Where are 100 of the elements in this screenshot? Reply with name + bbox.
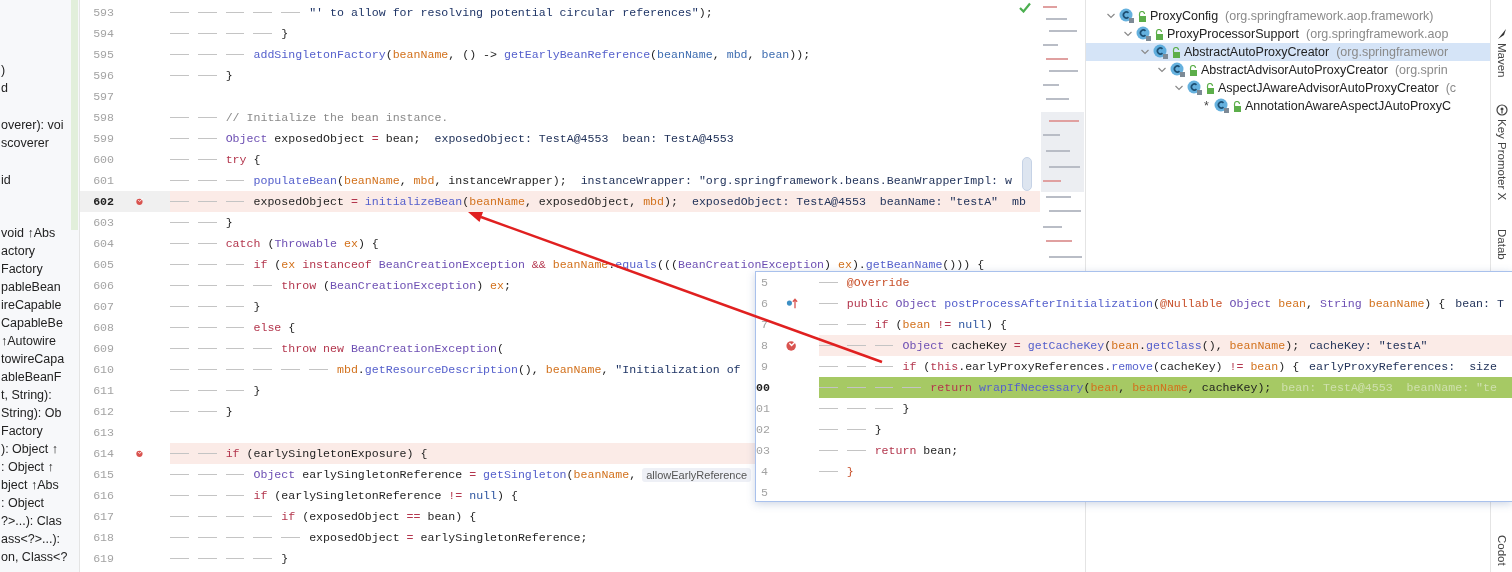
class-icon: [1136, 26, 1152, 42]
scroll-bar[interactable]: [71, 0, 78, 230]
breakpoint-icon[interactable]: [786, 339, 798, 352]
lock-icon: [1189, 64, 1198, 76]
line-number: 616: [92, 489, 114, 502]
line-number: 02: [756, 423, 768, 436]
class-icon: [1119, 8, 1135, 24]
line-number: 03: [756, 444, 768, 457]
structure-item[interactable]: t, String):: [0, 386, 52, 404]
inline-value: earlyProxyReferences: size: [1309, 360, 1497, 373]
line-number: 609: [92, 342, 114, 355]
tool-window-tab[interactable]: Key Promoter X: [1495, 118, 1508, 200]
line-number: 9: [760, 360, 768, 373]
structure-item[interactable]: void ↑Abs: [0, 224, 56, 242]
lock-icon: [1232, 100, 1242, 112]
tool-window-tab[interactable]: Datab: [1495, 228, 1508, 260]
structure-item[interactable]: ): Object ↑: [0, 440, 58, 458]
line-number: 594: [92, 27, 114, 40]
tree-item[interactable]: AbstractAutoProxyCreator (org.springframewor: [1086, 43, 1490, 61]
line-number: 01: [756, 402, 768, 415]
line-number: 00: [756, 381, 768, 394]
line-number: 595: [92, 48, 114, 61]
inline-value: exposedObject: TestA@4553 beanName: "testA" mb: [691, 195, 1026, 208]
feather-icon[interactable]: [1495, 28, 1508, 40]
line-number: 610: [92, 363, 114, 376]
line-number: 593: [92, 6, 114, 19]
structure-item[interactable]: ass<?>...):: [0, 530, 61, 548]
line-number: 6: [760, 297, 768, 310]
line-number: 4: [760, 465, 768, 478]
breakpoint-icon[interactable]: [136, 195, 144, 208]
structure-item[interactable]: d: [0, 79, 8, 97]
line-number: 5: [760, 276, 768, 289]
line-number: 614: [92, 447, 114, 460]
chevron-icon[interactable]: [1140, 47, 1150, 57]
line-number: 603: [92, 216, 114, 229]
chevron-icon[interactable]: [1174, 83, 1184, 93]
inline-value: bean: T: [1455, 297, 1504, 310]
tree-item[interactable]: ProxyProcessorSupport (org.springframework.aop: [1086, 25, 1490, 43]
scroll-thumb[interactable]: [1022, 157, 1032, 191]
parameter-hint: allowEarlyReference: [642, 467, 752, 482]
line-number: 615: [92, 468, 114, 481]
tree-item[interactable]: ProxyConfig (org.springframework.aop.framework): [1086, 7, 1490, 25]
line-number: 618: [92, 531, 114, 544]
line-number: 608: [92, 321, 114, 334]
structure-item[interactable]: Factory: [0, 260, 43, 278]
lock-icon: [1172, 46, 1181, 58]
lock-icon: [1206, 82, 1215, 94]
line-number: 613: [92, 426, 114, 439]
class-icon: [1153, 44, 1169, 60]
line-number: 605: [92, 258, 114, 271]
tree-item[interactable]: AbstractAdvisorAutoProxyCreator (org.sprin: [1086, 61, 1490, 79]
chevron-icon[interactable]: [1106, 11, 1116, 21]
structure-item[interactable]: ableBeanF: [0, 368, 62, 386]
structure-item[interactable]: scoverer: [0, 134, 49, 152]
inline-value: instanceWrapper: "org.springframework.beans.BeanWrapperImpl: w: [580, 174, 1012, 187]
structure-item[interactable]: String): Ob: [0, 404, 62, 422]
line-number: 604: [92, 237, 114, 250]
tree-item[interactable]: * AnnotationAwareAspectJAutoProxyC: [1086, 97, 1490, 115]
line-number: 600: [92, 153, 114, 166]
structure-item[interactable]: actory: [0, 242, 36, 260]
structure-item[interactable]: : Object ↑: [0, 458, 54, 476]
class-icon: [1213, 98, 1230, 114]
tool-window-tab[interactable]: Maven: [1495, 43, 1508, 78]
line-number: 612: [92, 405, 114, 418]
structure-item[interactable]: ?>...): Clas: [0, 512, 62, 530]
structure-item[interactable]: id: [0, 171, 11, 189]
structure-item[interactable]: CapableBe: [0, 314, 63, 332]
class-icon: [1170, 62, 1186, 78]
override-icon[interactable]: [786, 297, 798, 310]
line-number: 7: [760, 318, 768, 331]
line-number: 619: [92, 552, 114, 565]
line-number: 606: [92, 279, 114, 292]
structure-item[interactable]: towireCapa: [0, 350, 65, 368]
line-number: 599: [92, 132, 114, 145]
line-number: 611: [92, 384, 114, 397]
chevron-icon[interactable]: [1157, 65, 1167, 75]
line-number: 8: [760, 339, 768, 352]
chevron-icon[interactable]: [1123, 29, 1133, 39]
tree-item[interactable]: AspectJAwareAdvisorAutoProxyCreator (c: [1086, 79, 1490, 97]
structure-item[interactable]: ireCapable: [0, 296, 62, 314]
structure-item[interactable]: on, Class<?: [0, 548, 68, 566]
structure-item[interactable]: pableBean: [0, 278, 61, 296]
line-number: 607: [92, 300, 114, 313]
structure-item[interactable]: bject ↑Abs: [0, 476, 59, 494]
line-number: 597: [92, 90, 114, 103]
line-number: 5: [760, 486, 768, 499]
structure-item[interactable]: overer): voi: [0, 116, 64, 134]
inline-value: exposedObject: TestA@4553 bean: TestA@4553: [434, 132, 734, 145]
line-number: 598: [92, 111, 114, 124]
structure-item[interactable]: ): [0, 61, 6, 79]
structure-item[interactable]: ↑Autowire: [0, 332, 56, 350]
line-number: 596: [92, 69, 114, 82]
structure-item[interactable]: Factory: [0, 422, 43, 440]
structure-item[interactable]: : Object: [0, 494, 45, 512]
line-number: 617: [92, 510, 114, 523]
key-icon[interactable]: [1495, 103, 1508, 116]
class-icon: [1187, 80, 1203, 96]
check-icon: [1019, 2, 1031, 13]
breakpoint-icon[interactable]: [136, 447, 144, 460]
tool-window-tab[interactable]: Codot: [1495, 535, 1508, 566]
